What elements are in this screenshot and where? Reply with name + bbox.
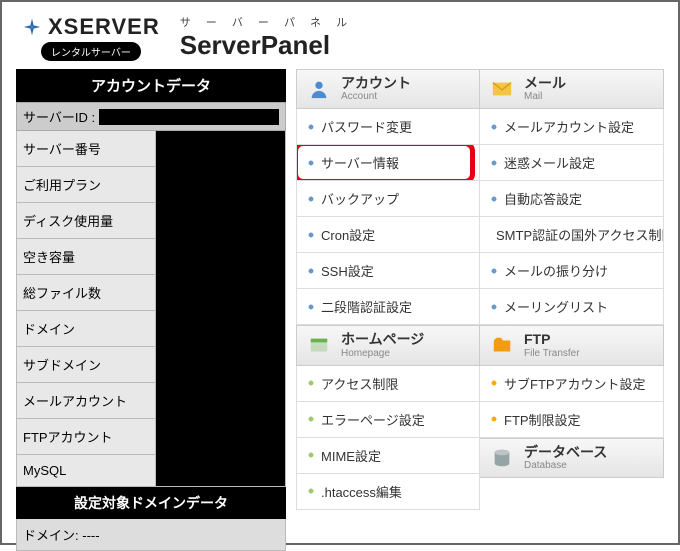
account-data-values — [156, 131, 286, 487]
menu-server-info[interactable]: サーバー情報 — [296, 145, 480, 181]
section-title-ftp-jp: FTP — [524, 332, 580, 347]
row-free-space: 空き容量 — [16, 239, 156, 275]
section-title-mail-en: Mail — [524, 91, 566, 102]
target-domain-label: ドメイン: — [23, 528, 79, 543]
panel-title: ServerPanel — [180, 30, 353, 61]
section-title-homepage-jp: ホームページ — [341, 332, 424, 347]
target-domain-row: ドメイン: ---- — [16, 519, 286, 551]
section-title-database-en: Database — [524, 460, 607, 471]
menu-ssh[interactable]: SSH設定 — [296, 253, 480, 289]
section-head-database: データベース Database — [480, 438, 664, 478]
row-server-number: サーバー番号 — [16, 131, 156, 167]
section-title-account-jp: アカウント — [341, 76, 411, 91]
row-plan: ご利用プラン — [16, 167, 156, 203]
row-domain: ドメイン — [16, 311, 156, 347]
row-mail-account: メールアカウント — [16, 383, 156, 419]
menu-access-restrict[interactable]: アクセス制限 — [296, 366, 480, 402]
mail-icon — [488, 77, 516, 101]
section-head-ftp: FTP File Transfer — [480, 325, 664, 365]
menu-cron[interactable]: Cron設定 — [296, 217, 480, 253]
header: XSERVER レンタルサーバー サ ー バ ー パ ネ ル ServerPan… — [2, 2, 678, 69]
content: アカウント Account パスワード変更 サーバー情報 バックアップ Cron… — [296, 69, 664, 551]
server-id-row: サーバーID : — [16, 102, 286, 131]
logo-block: XSERVER レンタルサーバー — [22, 14, 160, 61]
sidebar-header-target-domain: 設定対象ドメインデータ — [16, 487, 286, 519]
menu-password-change[interactable]: パスワード変更 — [296, 109, 480, 145]
xserver-logo-icon — [22, 17, 42, 37]
column-left: アカウント Account パスワード変更 サーバー情報 バックアップ Cron… — [296, 69, 480, 551]
homepage-icon — [305, 334, 333, 358]
section-title-account-en: Account — [341, 91, 411, 102]
section-head-homepage: ホームページ Homepage — [296, 325, 480, 365]
menu-mailing-list[interactable]: メーリングリスト — [480, 289, 664, 325]
server-id-label: サーバーID : — [23, 107, 95, 126]
menu-mail-filter[interactable]: メールの振り分け — [480, 253, 664, 289]
account-icon — [305, 77, 333, 101]
ftp-icon — [488, 334, 516, 358]
row-disk-usage: ディスク使用量 — [16, 203, 156, 239]
section-title-database-jp: データベース — [524, 445, 607, 460]
target-domain-value: ---- — [82, 528, 99, 543]
logo-subtitle: レンタルサーバー — [41, 42, 141, 61]
menu-htaccess[interactable]: .htaccess編集 — [296, 474, 480, 510]
row-subdomain: サブドメイン — [16, 347, 156, 383]
section-title-mail-jp: メール — [524, 76, 566, 91]
account-data-labels: サーバー番号 ご利用プラン ディスク使用量 空き容量 総ファイル数 ドメイン サ… — [16, 131, 156, 487]
row-total-files: 総ファイル数 — [16, 275, 156, 311]
menu-spam[interactable]: 迷惑メール設定 — [480, 145, 664, 181]
panel-kana: サ ー バ ー パ ネ ル — [180, 14, 353, 30]
row-ftp-account: FTPアカウント — [16, 419, 156, 455]
panel-title-block: サ ー バ ー パ ネ ル ServerPanel — [180, 14, 353, 61]
menu-ftp-restrict[interactable]: FTP制限設定 — [480, 402, 664, 438]
sidebar-header-account-data: アカウントデータ — [16, 69, 286, 102]
row-mysql: MySQL — [16, 455, 156, 487]
sidebar: アカウントデータ サーバーID : サーバー番号 ご利用プラン ディスク使用量 … — [16, 69, 286, 551]
menu-autoresponder[interactable]: 自動応答設定 — [480, 181, 664, 217]
menu-2fa[interactable]: 二段階認証設定 — [296, 289, 480, 325]
menu-mail-account[interactable]: メールアカウント設定 — [480, 109, 664, 145]
menu-error-page[interactable]: エラーページ設定 — [296, 402, 480, 438]
column-right: メール Mail メールアカウント設定 迷惑メール設定 自動応答設定 SMTP認… — [480, 69, 664, 551]
database-icon — [488, 446, 516, 470]
section-head-account: アカウント Account — [296, 69, 480, 109]
menu-backup[interactable]: バックアップ — [296, 181, 480, 217]
logo-text: XSERVER — [48, 14, 160, 40]
section-title-homepage-en: Homepage — [341, 348, 424, 359]
menu-sub-ftp[interactable]: サブFTPアカウント設定 — [480, 366, 664, 402]
section-title-ftp-en: File Transfer — [524, 348, 580, 359]
menu-mime[interactable]: MIME設定 — [296, 438, 480, 474]
menu-smtp-auth[interactable]: SMTP認証の国外アクセス制限 — [480, 217, 664, 253]
section-head-mail: メール Mail — [480, 69, 664, 109]
server-id-value — [99, 109, 279, 125]
